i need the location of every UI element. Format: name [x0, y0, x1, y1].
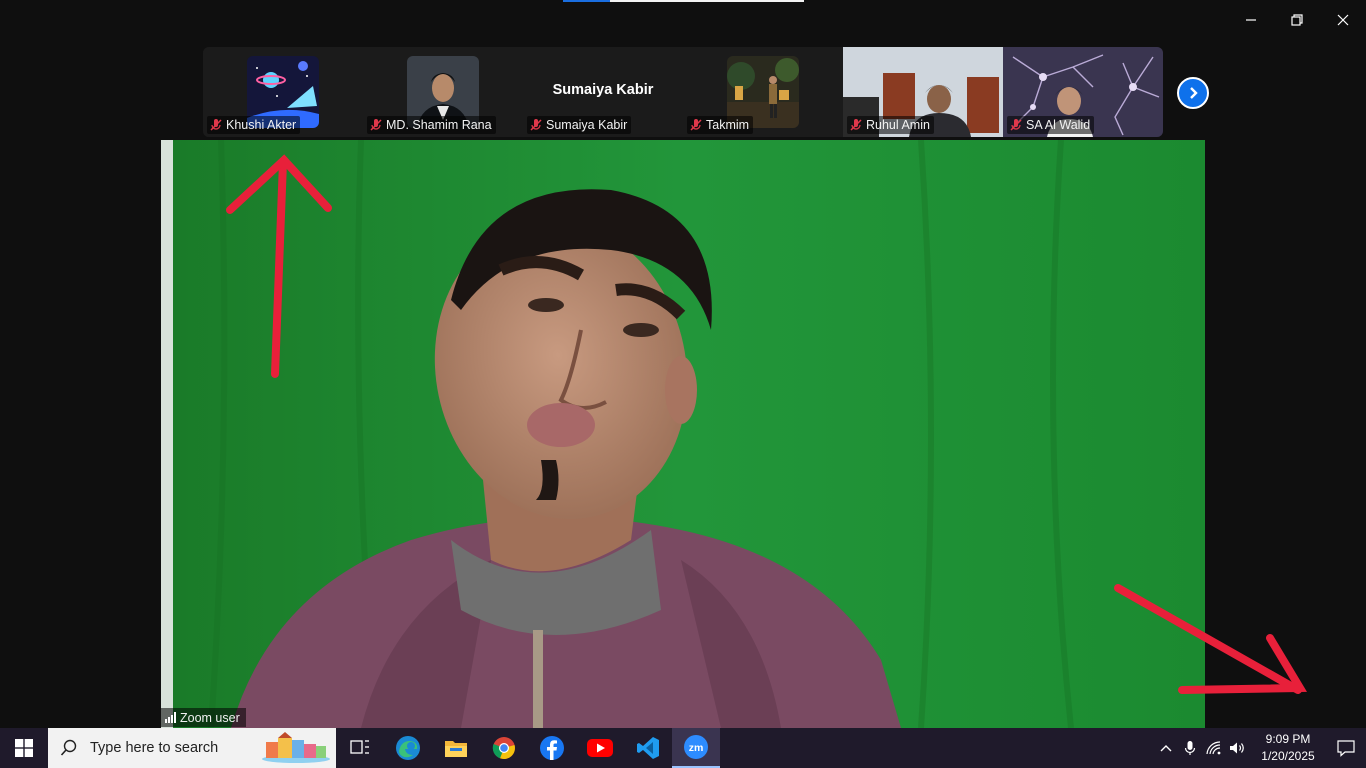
vscode-icon — [637, 737, 659, 759]
restore-icon — [1291, 14, 1303, 26]
participant-tile[interactable]: SA Al Walid — [1003, 47, 1163, 137]
windows-taskbar: Type here to search zm 9:09 PM 1/20/2025 — [0, 728, 1366, 768]
participant-display-name: Sumaiya Kabir — [552, 82, 654, 98]
video-label: Zoom user — [161, 708, 246, 727]
participant-tile[interactable]: MD. Shamim Rana — [363, 47, 523, 137]
notification-icon — [1337, 740, 1355, 757]
participant-name-tag: MD. Shamim Rana — [367, 116, 496, 134]
taskbar-app-chrome[interactable] — [480, 728, 528, 768]
mic-muted-icon — [530, 119, 542, 131]
clock-date: 1/20/2025 — [1261, 749, 1315, 763]
taskbar-app-vscode[interactable] — [624, 728, 672, 768]
wifi-icon — [1206, 741, 1221, 755]
start-button[interactable] — [0, 728, 48, 768]
taskbar-app-edge[interactable] — [384, 728, 432, 768]
taskbar-app-file-explorer[interactable] — [432, 728, 480, 768]
participant-tile[interactable]: Takmim — [683, 47, 843, 137]
youtube-icon — [587, 739, 613, 757]
chrome-icon — [492, 737, 515, 760]
clock-time: 9:09 PM — [1265, 732, 1311, 746]
svg-text:zm: zm — [689, 742, 704, 754]
network-tray-button[interactable] — [1202, 728, 1226, 768]
active-speaker-video — [161, 140, 1205, 728]
search-highlight-icon — [262, 732, 330, 763]
folder-icon — [445, 741, 467, 757]
system-tray: 9:09 PM 1/20/2025 — [1154, 728, 1366, 768]
top-indicator-strip — [563, 0, 804, 2]
participant-name: SA Al Walid — [1026, 118, 1091, 132]
zoom-meeting-window: Khushi Akter MD. Shamim Rana Sumaiya Kab… — [0, 0, 1366, 768]
zoom-icon: zm — [684, 735, 708, 759]
participant-name: Khushi Akter — [226, 118, 297, 132]
close-button[interactable] — [1320, 4, 1366, 36]
participant-name: Sumaiya Kabir — [546, 118, 628, 132]
mic-muted-icon — [1010, 119, 1022, 131]
participant-tile[interactable]: Khushi Akter — [203, 47, 363, 137]
edge-icon — [396, 736, 420, 760]
notification-center-button[interactable] — [1326, 728, 1366, 768]
participant-name-tag: Khushi Akter — [207, 116, 301, 134]
participant-name: MD. Shamim Rana — [386, 118, 492, 132]
participant-tile[interactable]: Sumaiya Kabir Sumaiya Kabir — [523, 47, 683, 137]
mic-muted-icon — [210, 119, 222, 131]
taskbar-search-box[interactable]: Type here to search — [48, 728, 336, 768]
participant-name: Takmim — [706, 118, 750, 132]
speaker-icon — [1230, 742, 1244, 754]
taskbar-clock[interactable]: 9:09 PM 1/20/2025 — [1250, 731, 1326, 765]
mic-muted-icon — [850, 119, 862, 131]
participant-name-tag: Ruhul Amin — [847, 116, 934, 134]
video-user-name: Zoom user — [180, 710, 240, 725]
windows-logo-icon — [15, 739, 33, 757]
taskbar-app-zoom[interactable]: zm — [672, 728, 720, 768]
next-page-button[interactable] — [1177, 77, 1209, 109]
chevron-up-icon — [1160, 745, 1172, 752]
mic-muted-icon — [690, 119, 702, 131]
participant-strip: Khushi Akter MD. Shamim Rana Sumaiya Kab… — [203, 47, 1163, 137]
microphone-tray-button[interactable] — [1178, 728, 1202, 768]
restore-button[interactable] — [1274, 4, 1320, 36]
search-placeholder: Type here to search — [90, 740, 219, 756]
signal-bars-icon — [165, 712, 176, 723]
search-icon — [60, 739, 77, 756]
task-view-icon — [350, 740, 369, 754]
participant-name-tag: Sumaiya Kabir — [527, 116, 632, 134]
taskbar-app-facebook[interactable] — [528, 728, 576, 768]
window-controls — [1228, 4, 1366, 36]
chevron-right-icon — [1190, 87, 1198, 99]
show-hidden-icons-button[interactable] — [1154, 728, 1178, 768]
microphone-icon — [1184, 741, 1196, 755]
volume-tray-button[interactable] — [1226, 728, 1250, 768]
participant-name-tag: SA Al Walid — [1007, 116, 1095, 134]
participant-name-tag: Takmim — [687, 116, 754, 134]
participant-tile[interactable]: Ruhul Amin — [843, 47, 1003, 137]
task-view-button[interactable] — [336, 728, 384, 768]
facebook-icon — [540, 736, 564, 760]
minimize-icon — [1246, 19, 1256, 21]
minimize-button[interactable] — [1228, 4, 1274, 36]
mic-muted-icon — [370, 119, 382, 131]
participant-name: Ruhul Amin — [866, 118, 930, 132]
close-icon — [1337, 14, 1349, 26]
taskbar-app-youtube[interactable] — [576, 728, 624, 768]
